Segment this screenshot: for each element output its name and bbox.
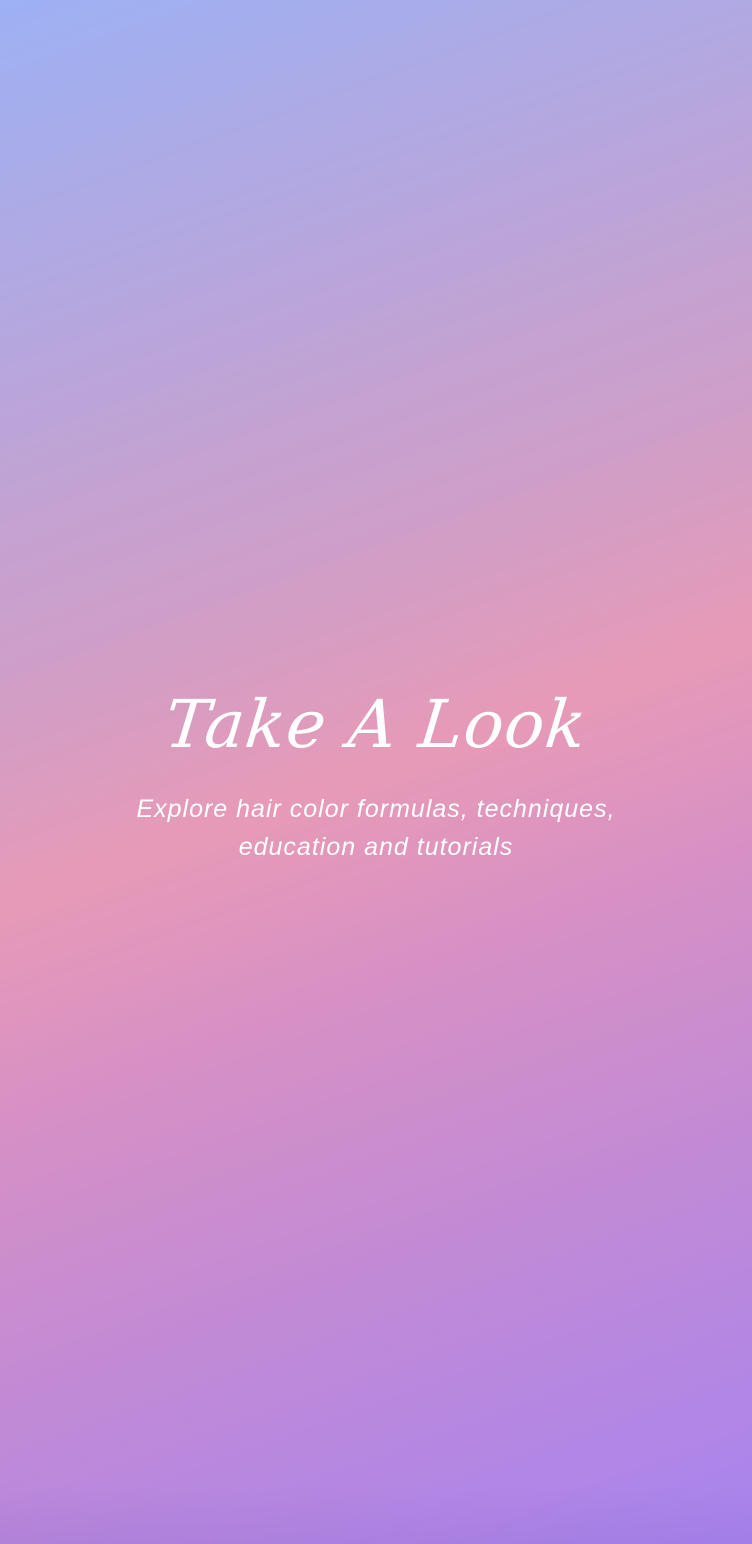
bottom-shade (0, 1484, 752, 1544)
page-title: Take A Look (161, 686, 591, 763)
onboarding-screen: Take A Look Explore hair color formulas,… (0, 0, 752, 1544)
page-subtitle: Explore hair color formulas, techniques,… (136, 795, 616, 861)
welcome-content: Take A Look Explore hair color formulas,… (0, 680, 752, 866)
